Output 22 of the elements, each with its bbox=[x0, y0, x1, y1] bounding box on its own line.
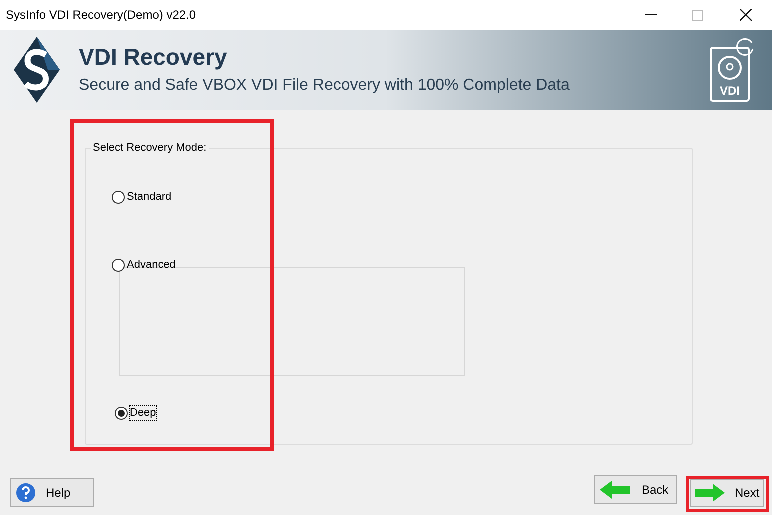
disk-badge: VDI bbox=[710, 47, 750, 102]
help-button[interactable]: Help bbox=[10, 478, 94, 507]
next-button[interactable]: Next bbox=[690, 479, 764, 507]
disk-icon bbox=[716, 54, 744, 82]
app-title: VDI Recovery bbox=[79, 43, 228, 72]
radio-button[interactable] bbox=[112, 258, 125, 272]
radio-label[interactable]: Deep bbox=[129, 405, 158, 421]
help-icon bbox=[16, 482, 36, 502]
logo-icon bbox=[12, 35, 62, 105]
right-arrow-icon bbox=[695, 484, 725, 502]
group-label: Select Recovery Mode: bbox=[91, 141, 209, 155]
left-arrow-icon bbox=[600, 480, 630, 498]
radio-button[interactable] bbox=[112, 190, 125, 204]
radio-button[interactable] bbox=[115, 406, 128, 420]
close-icon[interactable] bbox=[740, 9, 752, 21]
window-title: SysInfo VDI Recovery(Demo) v22.0 bbox=[6, 7, 196, 24]
back-button[interactable]: Back bbox=[594, 475, 677, 504]
app-subtitle: Secure and Safe VBOX VDI File Recovery with 100% Complete Data bbox=[79, 76, 570, 96]
minimize-icon[interactable] bbox=[645, 14, 657, 16]
radio-label[interactable]: Advanced bbox=[126, 257, 177, 273]
refresh-icon bbox=[734, 37, 756, 59]
radio-label[interactable]: Standard bbox=[126, 189, 173, 205]
